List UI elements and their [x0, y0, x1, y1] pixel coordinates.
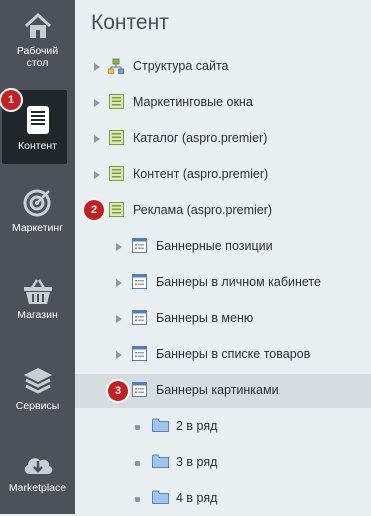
tree-row-folder-3[interactable]: 3 в ряд [75, 446, 371, 480]
tree-row-folder-4[interactable]: 4 в ряд [75, 482, 371, 516]
sidebar-item-label: Marketplace [8, 482, 67, 494]
sidebar-item-content[interactable]: Контент [0, 104, 75, 152]
sidebar-item-marketplace[interactable]: Marketplace [0, 452, 75, 494]
sidebar-item-label: Магазин [17, 309, 58, 321]
sidebar-item-label: Контент [18, 140, 57, 152]
sidebar-item-desktop[interactable]: Рабочий стол [0, 11, 75, 69]
iblock-icon [109, 94, 124, 109]
folder-icon [152, 490, 169, 504]
expand-arrow-icon[interactable] [116, 315, 122, 323]
cloud-download-icon [24, 458, 52, 474]
step-badge: 2 [84, 200, 104, 220]
folder-icon [152, 454, 169, 468]
expand-arrow-icon[interactable] [94, 171, 100, 179]
list-icon [132, 238, 147, 253]
tree-row-label: Баннеры в личном кабинете [156, 275, 321, 289]
sidebar-item-label: Сервисы [15, 400, 60, 412]
iblock-icon [109, 166, 124, 181]
list-icon [132, 310, 147, 325]
tree-row-advertising[interactable]: Реклама (aspro.premier) [75, 194, 371, 228]
list-icon [132, 274, 147, 289]
content-panel: Контент Структура сайта Маркетинговые ок… [75, 0, 371, 514]
list-icon [132, 382, 147, 397]
expand-arrow-icon[interactable] [116, 279, 122, 287]
tree-row-catalog[interactable]: Каталог (aspro.premier) [75, 122, 371, 156]
tree-row-banners-account[interactable]: Баннеры в личном кабинете [75, 266, 371, 300]
tree-row-label: Баннеры картинками [156, 383, 279, 397]
sidebar-item-label: Рабочий [16, 45, 59, 57]
tree-row-marketing-windows[interactable]: Маркетинговые окна [75, 86, 371, 120]
sidebar: Рабочий стол Контент Маркетинг Магазин С… [0, 0, 75, 514]
step-badge: 1 [1, 90, 21, 110]
tree-row-label: Каталог (aspro.premier) [133, 131, 268, 145]
tree-row-site-structure[interactable]: Структура сайта [75, 50, 371, 84]
iblock-icon [109, 202, 124, 217]
tree-row-banners-product-list[interactable]: Баннеры в списке товаров [75, 338, 371, 372]
expand-arrow-icon[interactable] [94, 63, 100, 71]
folder-icon [152, 418, 169, 432]
target-icon [23, 189, 50, 217]
page-title: Контент [91, 11, 169, 34]
bullet-icon [135, 497, 140, 502]
step-badge: 3 [108, 381, 128, 401]
iblock-icon [109, 130, 124, 145]
list-icon [132, 346, 147, 361]
layers-icon [23, 368, 52, 394]
tree-row-content[interactable]: Контент (aspro.premier) [75, 158, 371, 192]
expand-arrow-icon[interactable] [116, 351, 122, 359]
tree-row-label: Контент (aspro.premier) [133, 167, 269, 181]
tree-row-banners-menu[interactable]: Баннеры в меню [75, 302, 371, 336]
document-icon [26, 106, 49, 134]
expand-arrow-icon[interactable] [94, 135, 100, 143]
tree-row-label: Баннерные позиции [156, 239, 273, 253]
sidebar-item-store[interactable]: Магазин [0, 277, 75, 321]
bullet-icon [135, 425, 140, 430]
sidebar-item-label: Маркетинг [11, 222, 64, 234]
sidebar-item-label-line2: стол [26, 57, 49, 69]
tree-row-label: Маркетинговые окна [133, 95, 253, 109]
expand-arrow-icon[interactable] [116, 243, 122, 251]
home-icon [24, 12, 51, 38]
sidebar-item-marketing[interactable]: Маркетинг [0, 186, 75, 234]
site-structure-icon [108, 58, 124, 74]
tree-row-label: Структура сайта [133, 59, 229, 73]
expand-arrow-icon[interactable] [94, 99, 100, 107]
tree-row-label: Баннеры в списке товаров [156, 347, 311, 361]
bullet-icon [135, 461, 140, 466]
tree-row-folder-2[interactable]: 2 в ряд [75, 410, 371, 444]
tree-row-banner-positions[interactable]: Баннерные позиции [75, 230, 371, 264]
tree-row-label: Реклама (aspro.premier) [133, 203, 273, 217]
tree-row-label: 4 в ряд [176, 491, 218, 505]
tree-row-label: 2 в ряд [176, 419, 218, 433]
basket-icon [23, 279, 52, 304]
sidebar-item-services[interactable]: Сервисы [0, 364, 75, 412]
tree-row-label: 3 в ряд [176, 455, 218, 469]
tree-row-label: Баннеры в меню [156, 311, 254, 325]
